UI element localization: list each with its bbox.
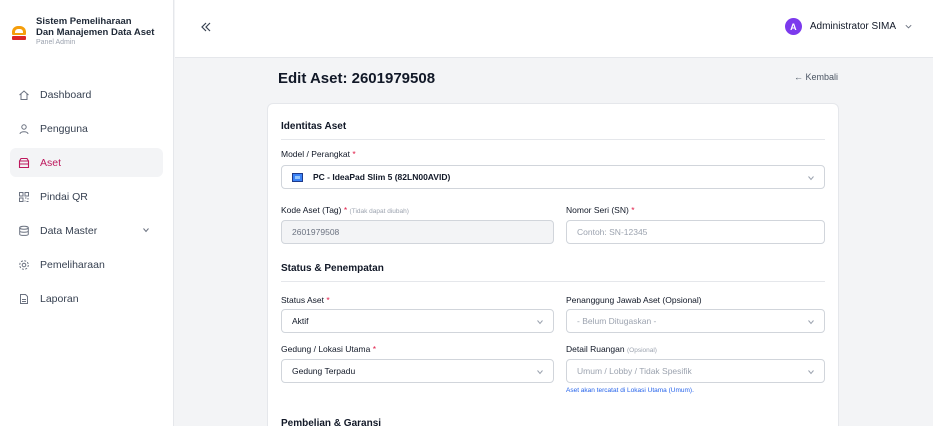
sidebar-item-label: Laporan	[40, 292, 79, 305]
section-title-status: Status & Penempatan	[281, 263, 384, 274]
chevron-down-icon	[905, 24, 912, 29]
divider	[281, 281, 825, 282]
status-label: Status Aset *	[281, 295, 330, 305]
document-icon	[18, 293, 30, 305]
pj-value: - Belum Ditugaskan -	[577, 316, 657, 326]
box-icon	[18, 157, 30, 169]
gear-icon	[18, 259, 30, 271]
sidebar-item-aset[interactable]: Aset	[10, 148, 163, 177]
ruangan-label: Detail Ruangan (Opsional)	[566, 344, 657, 354]
sidebar-item-pengguna[interactable]: Pengguna	[10, 114, 163, 143]
collapse-sidebar-icon[interactable]	[199, 20, 213, 34]
gedung-label: Gedung / Lokasi Utama *	[281, 344, 376, 354]
sidebar-item-label: Aset	[40, 156, 62, 169]
chevron-down-icon	[808, 370, 814, 375]
sidebar-nav: Dashboard Pengguna Aset Pindai QR Data M…	[0, 72, 173, 313]
tag-value: 2601979508	[292, 227, 340, 237]
avatar: A	[784, 18, 802, 35]
sidebar-item-label: Pemeliharaan	[40, 258, 105, 271]
logo-icon	[12, 26, 26, 40]
chevron-down-icon	[537, 320, 543, 325]
sidebar-item-pindai-qr[interactable]: Pindai QR	[10, 182, 163, 211]
sidebar-item-laporan[interactable]: Laporan	[10, 284, 163, 313]
status-select[interactable]: Aktif	[281, 309, 554, 333]
sn-placeholder: Contoh: SN-12345	[577, 227, 648, 237]
chevron-down-icon	[537, 370, 543, 375]
sidebar-item-data-master[interactable]: Data Master	[10, 216, 163, 245]
status-value: Aktif	[292, 316, 309, 326]
chevron-down-icon	[808, 320, 814, 325]
model-select[interactable]: PC - IdeaPad Slim 5 (82LN00AVID)	[281, 165, 825, 189]
sidebar-item-label: Pindai QR	[40, 190, 88, 203]
tag-label: Kode Aset (Tag) * (Tidak dapat diubah)	[281, 205, 409, 215]
divider	[281, 139, 825, 140]
sidebar: Sistem Pemeliharaan Dan Manajemen Data A…	[0, 0, 174, 426]
user-name: Administrator SIMA	[809, 21, 896, 32]
brand-subtitle: Panel Admin	[36, 39, 76, 46]
users-icon	[18, 123, 30, 135]
model-value: PC - IdeaPad Slim 5 (82LN00AVID)	[313, 172, 451, 182]
model-label: Model / Perangkat *	[281, 149, 356, 159]
brand-title-line2: Dan Manajemen Data Aset	[36, 27, 155, 38]
sn-label: Nomor Seri (SN) *	[566, 205, 635, 215]
topbar: A Administrator SIMA	[175, 0, 933, 58]
sn-input[interactable]: Contoh: SN-12345	[566, 220, 825, 244]
ruangan-value: Umum / Lobby / Tidak Spesifik	[577, 366, 692, 376]
pj-select[interactable]: - Belum Ditugaskan -	[566, 309, 825, 333]
home-icon	[18, 89, 30, 101]
edit-asset-form: Identitas Aset Model / Perangkat * PC - …	[267, 103, 839, 426]
qr-code-icon	[18, 191, 30, 203]
sidebar-item-dashboard[interactable]: Dashboard	[10, 80, 163, 109]
ruangan-select[interactable]: Umum / Lobby / Tidak Spesifik	[566, 359, 825, 383]
page-title: Edit Aset: 2601979508	[278, 70, 436, 87]
sidebar-item-label: Data Master	[40, 224, 98, 237]
chevron-down-icon	[143, 228, 149, 233]
laptop-icon	[292, 172, 303, 182]
sidebar-item-pemeliharaan[interactable]: Pemeliharaan	[10, 250, 163, 279]
sidebar-item-label: Pengguna	[40, 122, 88, 135]
back-link[interactable]: ← Kembali	[794, 72, 838, 82]
section-title-identitas: Identitas Aset	[281, 121, 347, 132]
sidebar-item-label: Dashboard	[40, 88, 92, 101]
chevron-down-icon	[808, 176, 814, 181]
user-menu[interactable]: A Administrator SIMA	[784, 18, 913, 35]
section-title-pembelian: Pembelian & Garansi	[281, 418, 382, 426]
brand-title-line1: Sistem Pemeliharaan	[36, 16, 132, 27]
brand: Sistem Pemeliharaan Dan Manajemen Data A…	[0, 0, 173, 72]
ruangan-note: Aset akan tercatat di Lokasi Utama (Umum…	[566, 387, 694, 394]
gedung-value: Gedung Terpadu	[292, 366, 356, 376]
gedung-select[interactable]: Gedung Terpadu	[281, 359, 554, 383]
pj-label: Penanggung Jawab Aset (Opsional)	[566, 295, 702, 305]
tag-input[interactable]: 2601979508	[281, 220, 554, 244]
database-icon	[18, 225, 30, 237]
